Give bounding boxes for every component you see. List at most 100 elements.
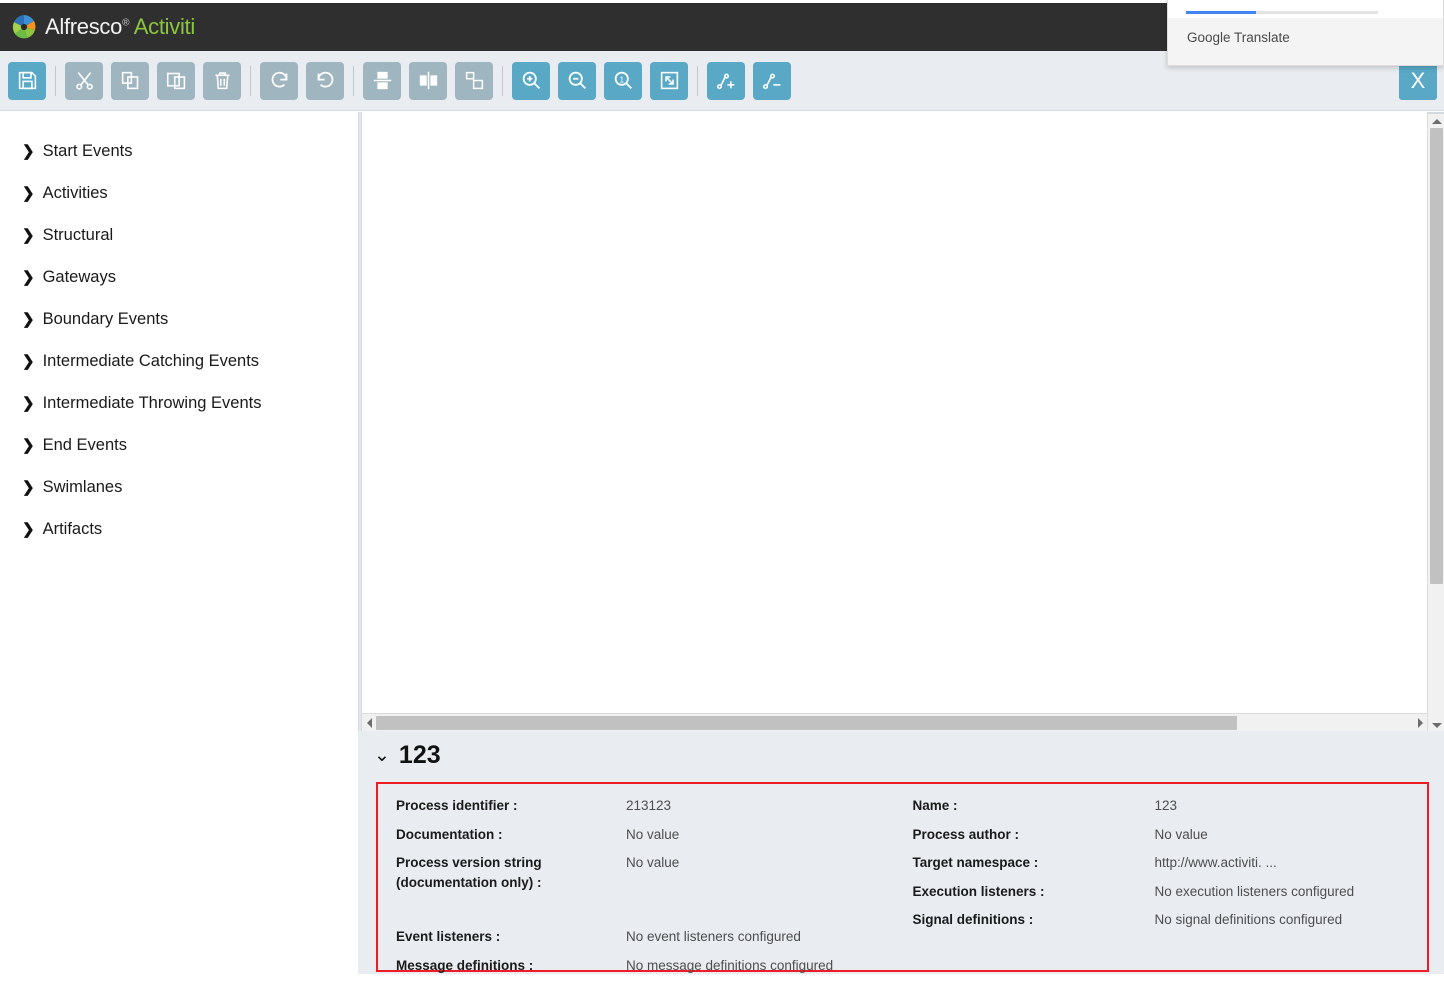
bpmn-diagram-canvas[interactable] bbox=[362, 112, 1427, 712]
brand-secondary: Activiti bbox=[133, 14, 195, 39]
property-row: Target namespace : http://www.activiti. … bbox=[903, 853, 1428, 873]
save-icon bbox=[17, 70, 38, 91]
app-header: Alfresco® Activiti bbox=[0, 3, 1167, 51]
property-value[interactable]: No event listeners configured bbox=[626, 927, 801, 947]
palette-group-label: Intermediate Catching Events bbox=[42, 351, 260, 370]
property-value[interactable]: No execution listeners configured bbox=[1155, 882, 1355, 902]
property-label: Name : bbox=[912, 798, 958, 813]
toolbar-separator bbox=[55, 65, 56, 96]
property-row: Process identifier : 213123 bbox=[378, 796, 903, 816]
palette-group-intermediate-throwing-events[interactable]: ❯ Intermediate Throwing Events bbox=[0, 382, 358, 424]
chevron-right-icon: ❯ bbox=[22, 394, 35, 412]
chevron-right-icon: ❯ bbox=[22, 268, 35, 286]
translate-progress-track bbox=[1186, 11, 1378, 14]
align-vertical-icon bbox=[372, 70, 393, 91]
zoom-out-button[interactable] bbox=[558, 61, 596, 100]
palette-group-swimlanes[interactable]: ❯ Swimlanes bbox=[0, 466, 358, 508]
undo-button[interactable] bbox=[306, 61, 344, 100]
zoom-in-icon bbox=[521, 70, 542, 91]
brand-logo[interactable]: Alfresco® Activiti bbox=[10, 13, 195, 41]
palette-group-activities[interactable]: ❯ Activities bbox=[0, 172, 358, 214]
activiti-process-editor: Alfresco® Activiti Google Translate 1 X … bbox=[0, 0, 1444, 981]
brand-primary: Alfresco bbox=[45, 14, 123, 39]
toolbar-separator bbox=[697, 65, 698, 96]
paste-button[interactable] bbox=[157, 61, 195, 100]
add-bendpoint-button[interactable] bbox=[707, 61, 745, 100]
property-value[interactable]: No value bbox=[626, 853, 679, 873]
google-translate-popup[interactable]: Google Translate bbox=[1167, 0, 1444, 66]
translate-progress-fill bbox=[1186, 11, 1256, 14]
property-label: Process version string (documentation on… bbox=[396, 855, 542, 890]
property-row: Process author : No value bbox=[903, 825, 1428, 845]
chevron-right-icon: ❯ bbox=[22, 184, 35, 202]
properties-panel-header[interactable]: ⌄ 123 bbox=[362, 731, 1444, 780]
palette-group-start-events[interactable]: ❯ Start Events bbox=[0, 130, 358, 172]
property-label: Target namespace : bbox=[912, 855, 1039, 871]
palette-group-boundary-events[interactable]: ❯ Boundary Events bbox=[0, 298, 358, 340]
properties-panel: ⌄ 123 Process identifier : 213123 Docume… bbox=[362, 731, 1444, 981]
canvas-horizontal-scrollbar[interactable] bbox=[362, 713, 1427, 731]
scroll-left-arrow-icon[interactable] bbox=[362, 714, 376, 732]
zoom-fit-icon bbox=[659, 70, 680, 91]
zoom-actual-button[interactable]: 1 bbox=[604, 61, 642, 100]
palette-group-label: Structural bbox=[42, 225, 114, 244]
alfresco-pinwheel-icon bbox=[10, 13, 38, 41]
property-value[interactable]: No signal definitions configured bbox=[1155, 910, 1343, 930]
zoom-fit-button[interactable] bbox=[650, 61, 688, 100]
property-value[interactable]: No value bbox=[1155, 825, 1208, 845]
property-row: Process version string (documentation on… bbox=[378, 853, 903, 892]
scroll-right-arrow-icon[interactable] bbox=[1413, 714, 1427, 732]
zoom-in-button[interactable] bbox=[512, 61, 550, 100]
properties-left-column: Process identifier : 213123 Documentatio… bbox=[378, 784, 903, 973]
save-button[interactable] bbox=[8, 61, 46, 100]
horizontal-scroll-thumb[interactable] bbox=[376, 716, 1237, 730]
canvas-vertical-scrollbar[interactable] bbox=[1427, 114, 1444, 732]
property-value[interactable]: No message definitions configured bbox=[626, 956, 833, 976]
palette-group-label: Artifacts bbox=[42, 519, 103, 538]
delete-button[interactable] bbox=[203, 61, 241, 100]
property-value[interactable]: 213123 bbox=[626, 796, 671, 816]
redo-button[interactable] bbox=[260, 61, 298, 100]
chevron-right-icon: ❯ bbox=[22, 142, 35, 160]
palette-group-label: Intermediate Throwing Events bbox=[42, 393, 262, 412]
scroll-up-arrow-icon[interactable] bbox=[1428, 114, 1444, 128]
registered-mark: ® bbox=[122, 17, 130, 29]
property-row: Event listeners : No event listeners con… bbox=[378, 927, 903, 947]
cut-button[interactable] bbox=[65, 61, 103, 100]
property-label: Signal definitions : bbox=[912, 912, 1034, 928]
palette-group-gateways[interactable]: ❯ Gateways bbox=[0, 256, 358, 298]
redo-arrow-icon bbox=[269, 70, 290, 91]
properties-right-column: Name : 123 Process author : No value Tar… bbox=[903, 784, 1428, 970]
property-row: Name : 123 bbox=[903, 796, 1428, 816]
palette-group-artifacts[interactable]: ❯ Artifacts bbox=[0, 508, 358, 550]
chevron-right-icon: ❯ bbox=[22, 310, 35, 328]
vertical-scroll-thumb[interactable] bbox=[1430, 128, 1443, 584]
page-title: 123 bbox=[398, 741, 441, 769]
svg-text:1: 1 bbox=[619, 75, 623, 84]
remove-bendpoint-icon bbox=[762, 70, 783, 91]
palette-group-label: Activities bbox=[42, 183, 108, 202]
palette-group-structural[interactable]: ❯ Structural bbox=[0, 214, 358, 256]
property-value[interactable]: No value bbox=[626, 825, 679, 845]
palette-group-intermediate-catching-events[interactable]: ❯ Intermediate Catching Events bbox=[0, 340, 358, 382]
palette-group-label: Boundary Events bbox=[42, 309, 169, 328]
close-editor-button[interactable]: X bbox=[1399, 61, 1437, 100]
palette-group-label: End Events bbox=[42, 435, 127, 454]
palette-group-label: Gateways bbox=[42, 267, 116, 286]
align-horizontal-button[interactable] bbox=[409, 61, 447, 100]
property-row: Documentation : No value bbox=[378, 825, 903, 845]
copy-button[interactable] bbox=[111, 61, 149, 100]
toolbar-separator bbox=[353, 65, 354, 96]
bottom-strip bbox=[0, 974, 1444, 981]
property-label: Process author : bbox=[912, 826, 1020, 842]
palette-group-label: Swimlanes bbox=[42, 477, 123, 496]
scroll-down-arrow-icon[interactable] bbox=[1428, 718, 1444, 732]
remove-bendpoint-button[interactable] bbox=[753, 61, 791, 100]
align-vertical-button[interactable] bbox=[363, 61, 401, 100]
property-value[interactable]: http://www.activiti. ... bbox=[1155, 853, 1277, 873]
same-size-button[interactable] bbox=[455, 61, 493, 100]
palette-group-end-events[interactable]: ❯ End Events bbox=[0, 424, 358, 466]
property-value[interactable]: 123 bbox=[1155, 796, 1178, 816]
zoom-out-icon bbox=[567, 70, 588, 91]
same-size-icon bbox=[464, 70, 485, 91]
